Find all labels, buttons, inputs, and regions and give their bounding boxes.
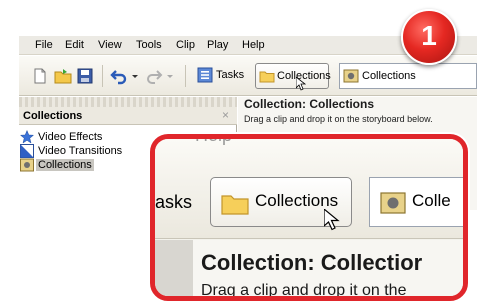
menu-play[interactable]: Play <box>207 39 228 51</box>
content-description: Drag a clip and drop it on the storyboar… <box>244 114 433 124</box>
collections-dropdown[interactable]: Collections <box>339 63 477 89</box>
folder-icon <box>221 191 249 218</box>
tasks-button[interactable]: Tasks <box>193 63 255 89</box>
content-title: Collection: Collections <box>244 97 375 111</box>
zoom-tasks-label: asks <box>155 192 193 212</box>
zoom-left-panel <box>155 240 193 296</box>
mouse-pointer-icon <box>323 207 342 234</box>
open-folder-icon[interactable] <box>54 67 72 85</box>
zoom-callout: Help asks Collections Colle Collection: … <box>150 134 468 301</box>
panel-title: Collections <box>23 110 83 122</box>
zoom-collections-dropdown: Colle <box>369 177 463 227</box>
zoom-content-pane: Collection: Collectior Drag a clip and d… <box>193 240 463 299</box>
menu-edit[interactable]: Edit <box>65 39 84 51</box>
toolbar-separator <box>102 65 103 87</box>
save-icon[interactable] <box>76 67 94 85</box>
toolbar: Tasks Collections Collections <box>19 56 477 96</box>
collections-dropdown-label: Collections <box>362 70 416 82</box>
zoom-collections-button: Collections <box>210 177 352 231</box>
menu-clip[interactable]: Clip <box>176 39 195 51</box>
tree-item-label: Video Transitions <box>38 145 123 157</box>
zoom-content-title: Collection: Collectior <box>201 250 423 275</box>
step-number-badge: 1 <box>401 9 457 65</box>
step-number: 1 <box>421 20 437 51</box>
redo-icon[interactable] <box>145 67 163 85</box>
tree-item-label: Video Effects <box>38 131 103 143</box>
collection-film-icon <box>380 190 406 219</box>
panel-grip <box>19 97 237 107</box>
star-icon <box>19 129 35 144</box>
collection-film-icon <box>343 68 359 87</box>
new-document-icon[interactable] <box>31 67 49 85</box>
zoom-collections-dropdown-label: Colle <box>412 191 451 210</box>
undo-dropdown-icon[interactable] <box>130 67 140 85</box>
close-icon[interactable]: × <box>222 108 229 122</box>
zoom-toolbar: Help asks Collections Colle <box>155 139 463 239</box>
menu-tools[interactable]: Tools <box>136 39 162 51</box>
undo-icon[interactable] <box>110 67 128 85</box>
tree-item-label: Collections <box>36 159 94 171</box>
transition-icon <box>20 144 34 158</box>
zoom-content-description: Drag a clip and drop it on the <box>201 282 407 299</box>
redo-dropdown-icon[interactable] <box>165 67 175 85</box>
collections-button[interactable]: Collections <box>255 63 331 91</box>
tasks-icon <box>197 67 213 86</box>
menu-view[interactable]: View <box>98 39 122 51</box>
collections-icon <box>20 158 34 172</box>
folder-icon <box>259 68 275 87</box>
tasks-label: Tasks <box>216 69 245 81</box>
menu-file[interactable]: File <box>35 39 53 51</box>
mouse-pointer-icon <box>295 76 307 94</box>
toolbar-separator <box>185 65 186 87</box>
panel-header: Collections × <box>19 107 237 125</box>
menu-help[interactable]: Help <box>242 39 265 51</box>
zoom-menu-help: Help <box>195 134 233 145</box>
zoom-collections-label: Collections <box>255 191 339 210</box>
